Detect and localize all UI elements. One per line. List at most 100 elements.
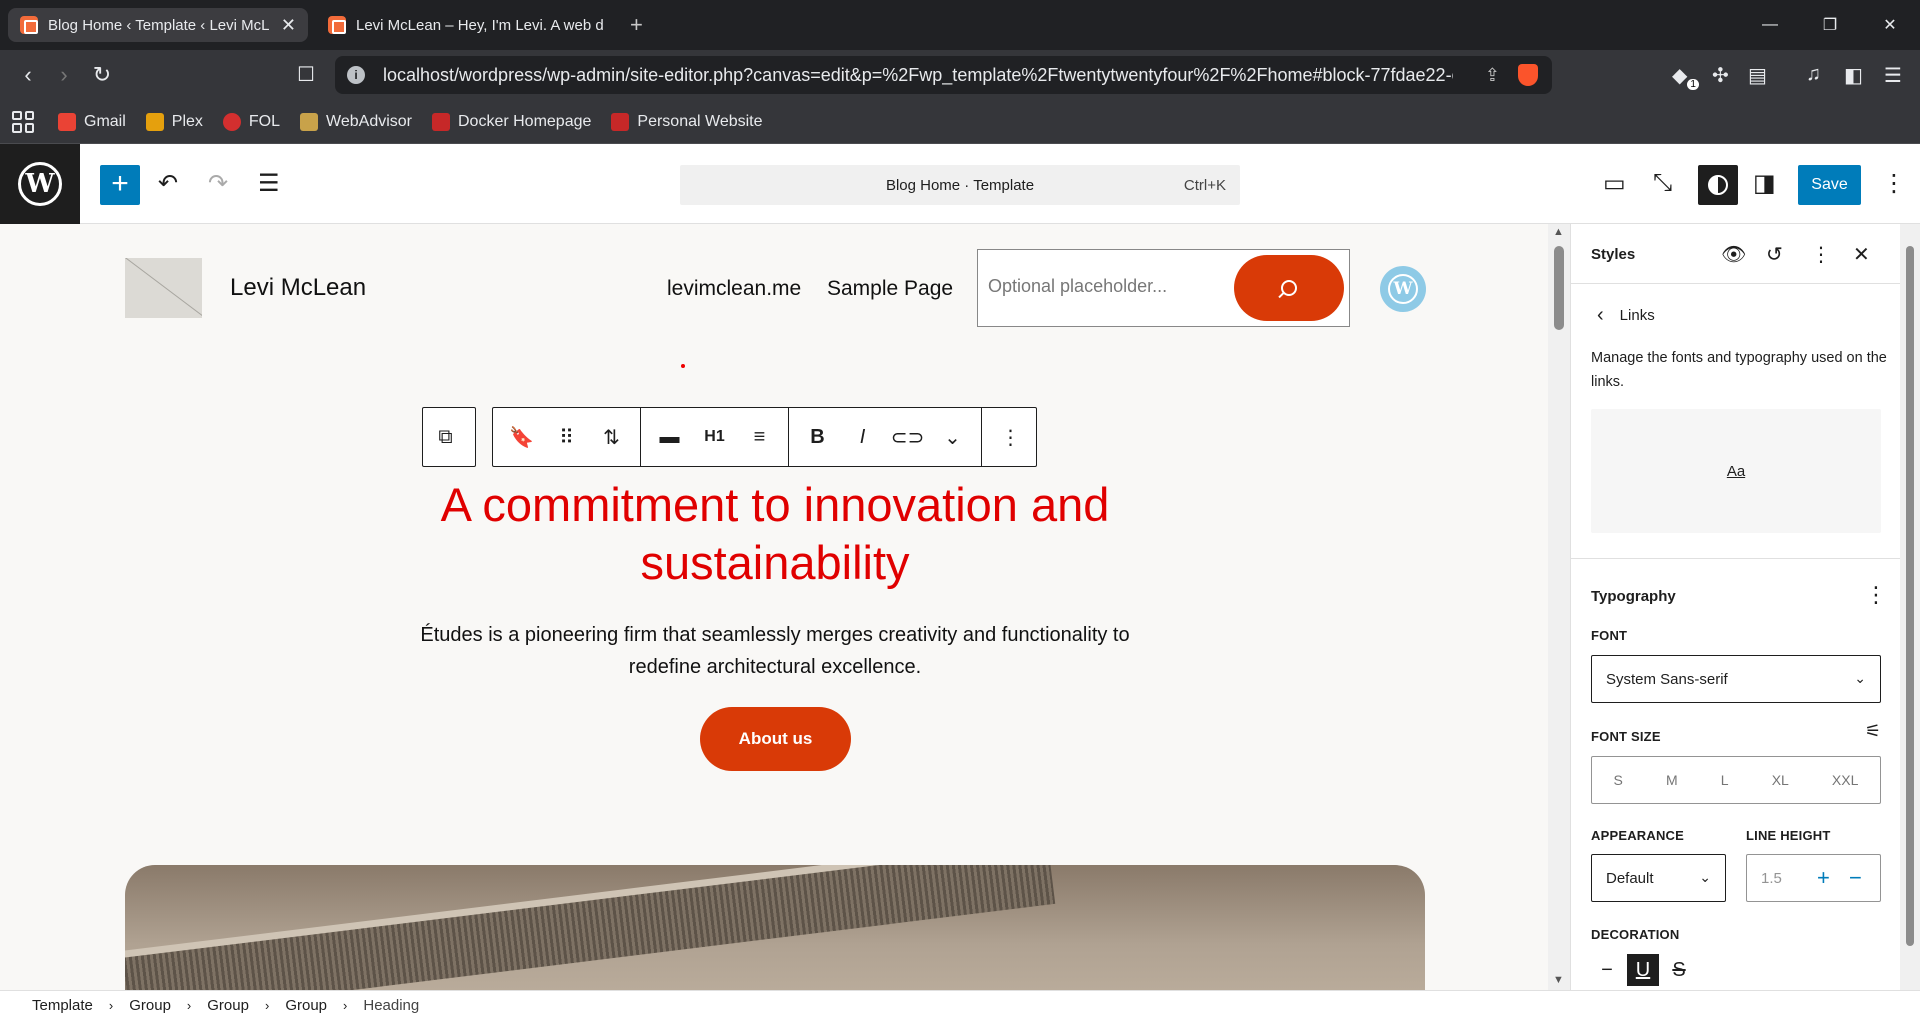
search-button[interactable] <box>1234 255 1344 321</box>
align-wide-icon[interactable]: ▬ <box>647 426 692 449</box>
select-parent-icon[interactable]: ⧉ <box>423 426 468 449</box>
redo-icon[interactable]: ↷ <box>208 169 228 198</box>
decrement-icon[interactable]: − <box>1849 865 1862 891</box>
text-align-icon[interactable]: ≡ <box>737 426 782 449</box>
font-size-xxl[interactable]: XXL <box>1832 772 1858 788</box>
font-size-m[interactable]: M <box>1666 772 1678 788</box>
scroll-down-icon[interactable]: ▼ <box>1553 974 1564 986</box>
close-window-icon[interactable]: ✕ <box>1860 0 1920 50</box>
decoration-strikethrough-icon[interactable]: S <box>1663 954 1695 986</box>
appearance-select[interactable]: Default ⌄ <box>1591 854 1726 902</box>
brave-shield-icon[interactable] <box>1518 64 1538 86</box>
restore-icon[interactable]: ❐ <box>1800 0 1860 50</box>
reload-icon[interactable]: ↻ <box>88 62 116 88</box>
move-up-down-icon[interactable]: ⇅ <box>589 425 634 450</box>
font-size-l[interactable]: L <box>1721 772 1729 788</box>
styles-toggle-button[interactable] <box>1698 165 1738 205</box>
editor-canvas[interactable]: Levi McLean levimclean.me Sample Page Op… <box>0 224 1548 990</box>
more-formats-chevron-icon[interactable]: ⌄ <box>930 425 975 450</box>
about-us-button[interactable]: About us <box>700 707 851 771</box>
block-parent-selector[interactable]: ⧉ <box>422 407 476 467</box>
custom-size-toggle-icon[interactable]: ⚟ <box>1865 721 1881 742</box>
zoom-out-icon[interactable]: ⤡ <box>1653 169 1672 197</box>
options-menu-icon[interactable]: ⋮ <box>1882 169 1906 198</box>
revisions-history-icon[interactable]: ↺ <box>1766 242 1783 267</box>
drag-handle-icon[interactable]: ⠿ <box>544 425 589 450</box>
canvas-scroll-thumb[interactable] <box>1554 246 1564 330</box>
bookmark-webadvisor[interactable]: WebAdvisor <box>300 112 412 131</box>
menu-icon[interactable]: ☰ <box>1884 63 1902 88</box>
breadcrumb-template[interactable]: Template › <box>32 997 129 1014</box>
xampp-favicon-icon <box>328 16 346 34</box>
nav-item-sample-page[interactable]: Sample Page <box>827 277 953 301</box>
settings-sidebar-icon[interactable]: ◨ <box>1753 169 1776 198</box>
extensions-puzzle-icon[interactable]: ✣ <box>1712 63 1729 88</box>
scroll-up-icon[interactable]: ▲ <box>1553 226 1564 238</box>
bookmark-fol[interactable]: FOL <box>222 112 280 131</box>
media-icon[interactable]: ♫ <box>1806 63 1821 86</box>
add-block-button[interactable]: + <box>100 165 140 205</box>
plex-icon <box>145 112 164 131</box>
wordpress-avatar[interactable]: W <box>1380 266 1426 312</box>
minimize-icon[interactable]: — <box>1740 0 1800 50</box>
decoration-none-icon[interactable]: − <box>1591 954 1623 986</box>
search-block[interactable]: Optional placeholder... <box>977 249 1350 327</box>
bookmark-gmail[interactable]: Gmail <box>58 112 126 131</box>
divider <box>1571 558 1920 559</box>
command-palette-button[interactable]: Blog Home · Template Ctrl+K <box>680 165 1240 205</box>
close-tab-icon[interactable]: ✕ <box>281 15 296 36</box>
hero-heading[interactable]: A commitment to innovation and sustainab… <box>360 476 1190 592</box>
decoration-underline-icon[interactable]: U <box>1627 954 1659 986</box>
font-size-s[interactable]: S <box>1614 772 1623 788</box>
font-size-xl[interactable]: XL <box>1772 772 1789 788</box>
block-options-icon[interactable]: ⋮ <box>988 425 1033 450</box>
breadcrumb-group[interactable]: Group › <box>285 997 363 1014</box>
bookmark-personal-website[interactable]: Personal Website <box>611 112 763 131</box>
hero-description[interactable]: Études is a pioneering firm that seamles… <box>420 619 1130 683</box>
device-preview-icon[interactable]: ▭ <box>1603 169 1626 198</box>
forward-icon[interactable]: › <box>50 62 78 88</box>
share-icon[interactable]: ⇪ <box>1485 65 1500 86</box>
site-logo-placeholder[interactable] <box>125 258 202 318</box>
bookmark-docker-homepage[interactable]: Docker Homepage <box>432 112 591 131</box>
browser-tab[interactable]: Levi McLean – Hey, I'm Levi. A web d <box>316 8 616 42</box>
site-info-icon[interactable]: i <box>347 66 365 84</box>
wordpress-logo-button[interactable]: W <box>0 144 80 224</box>
bookmark-block-icon[interactable]: 🔖 <box>499 425 544 450</box>
tab-title: Blog Home ‹ Template ‹ Levi McL <box>48 16 270 34</box>
font-family-select[interactable]: System Sans-serif ⌄ <box>1591 655 1881 703</box>
save-button[interactable]: Save <box>1798 165 1861 205</box>
italic-icon[interactable]: I <box>840 426 885 449</box>
back-chevron-icon[interactable]: ‹ <box>1597 304 1604 327</box>
bookmark-plex[interactable]: Plex <box>145 112 203 131</box>
breadcrumb-group[interactable]: Group › <box>129 997 207 1014</box>
sidebar-scrollbar[interactable] <box>1900 224 1920 990</box>
new-tab-icon[interactable]: + <box>630 12 643 38</box>
styles-more-icon[interactable]: ⋮ <box>1811 242 1831 267</box>
bookmark-icon[interactable]: ☐ <box>292 62 320 87</box>
breadcrumb-group[interactable]: Group › <box>207 997 285 1014</box>
reader-mode-icon[interactable]: ▤ <box>1748 63 1767 88</box>
hero-image[interactable] <box>125 865 1425 990</box>
bold-icon[interactable]: B <box>795 426 840 449</box>
extension-icon[interactable]: ◆ 1 <box>1672 63 1699 90</box>
style-book-eye-icon[interactable]: 👁 <box>1721 242 1746 267</box>
chevron-down-icon: ⌄ <box>1854 670 1866 686</box>
canvas-scrollbar[interactable]: ▲ ▼ <box>1548 224 1570 990</box>
sidebar-icon[interactable]: ◧ <box>1844 63 1863 88</box>
site-title[interactable]: Levi McLean <box>230 274 366 302</box>
link-icon[interactable]: ⊂⊃ <box>885 425 930 450</box>
typography-options-icon[interactable]: ⋮ <box>1865 582 1887 608</box>
sidebar-scroll-thumb[interactable] <box>1906 246 1914 946</box>
increment-icon[interactable]: + <box>1817 865 1830 891</box>
undo-icon[interactable]: ↶ <box>158 169 178 198</box>
close-sidebar-icon[interactable]: ✕ <box>1853 242 1870 267</box>
address-bar[interactable]: i localhost/wordpress/wp-admin/site-edit… <box>335 56 1552 94</box>
back-icon[interactable]: ‹ <box>14 62 42 88</box>
document-overview-icon[interactable]: ☰ <box>258 169 280 198</box>
line-height-input[interactable]: 1.5 + − <box>1746 854 1881 902</box>
browser-tab-active[interactable]: Blog Home ‹ Template ‹ Levi McL ✕ <box>8 8 308 42</box>
nav-item-levimclean[interactable]: levimclean.me <box>667 277 801 301</box>
heading-level-button[interactable]: H1 <box>692 428 737 446</box>
apps-grid-icon[interactable] <box>12 110 34 133</box>
